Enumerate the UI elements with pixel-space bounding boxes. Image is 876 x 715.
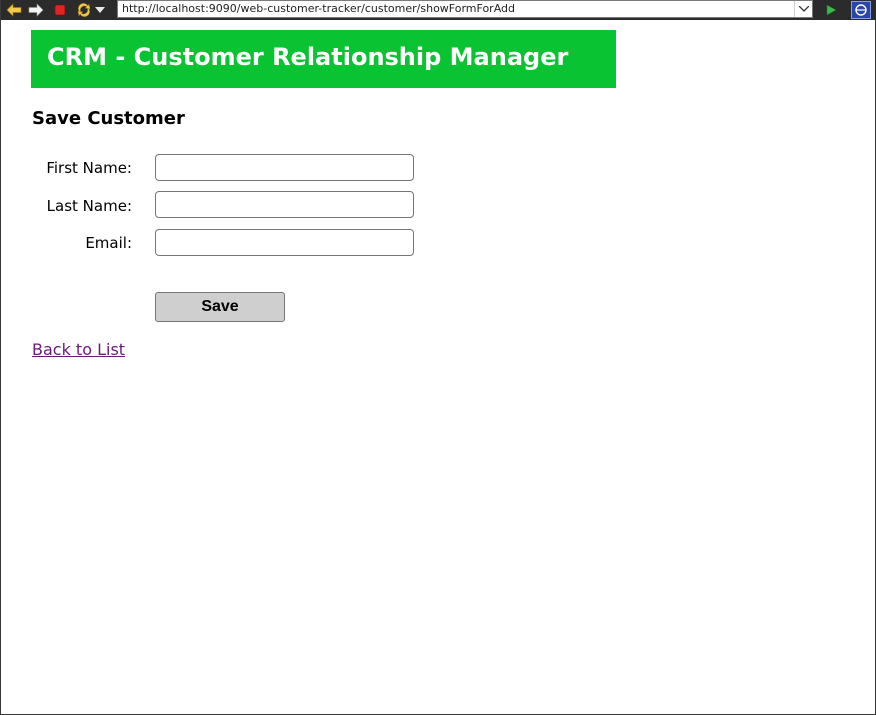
- browser-logo-icon[interactable]: [851, 1, 871, 19]
- browser-toolbar: http://localhost:9090/web-customer-track…: [1, 0, 876, 20]
- browser-window: http://localhost:9090/web-customer-track…: [0, 0, 876, 715]
- last-name-label: Last Name:: [46, 197, 132, 215]
- chevron-down-icon[interactable]: [93, 1, 107, 18]
- stop-icon[interactable]: [51, 1, 69, 18]
- chevron-down-icon[interactable]: [794, 1, 812, 17]
- email-field[interactable]: [155, 229, 414, 256]
- forward-arrow-icon[interactable]: [27, 1, 45, 18]
- play-icon[interactable]: [821, 1, 841, 18]
- first-name-field[interactable]: [155, 154, 414, 181]
- first-name-label: First Name:: [46, 159, 132, 177]
- back-arrow-icon[interactable]: [5, 1, 23, 18]
- last-name-field[interactable]: [155, 191, 414, 218]
- site-title: CRM - Customer Relationship Manager: [47, 43, 569, 71]
- email-label: Email:: [85, 234, 132, 252]
- page-title: Save Customer: [32, 108, 185, 129]
- save-button[interactable]: Save: [155, 292, 285, 322]
- refresh-icon[interactable]: [75, 1, 93, 18]
- url-text: http://localhost:9090/web-customer-track…: [122, 2, 515, 15]
- header-banner: CRM - Customer Relationship Manager: [31, 30, 616, 88]
- back-to-list-link[interactable]: Back to List: [32, 340, 125, 359]
- address-bar[interactable]: http://localhost:9090/web-customer-track…: [117, 0, 813, 18]
